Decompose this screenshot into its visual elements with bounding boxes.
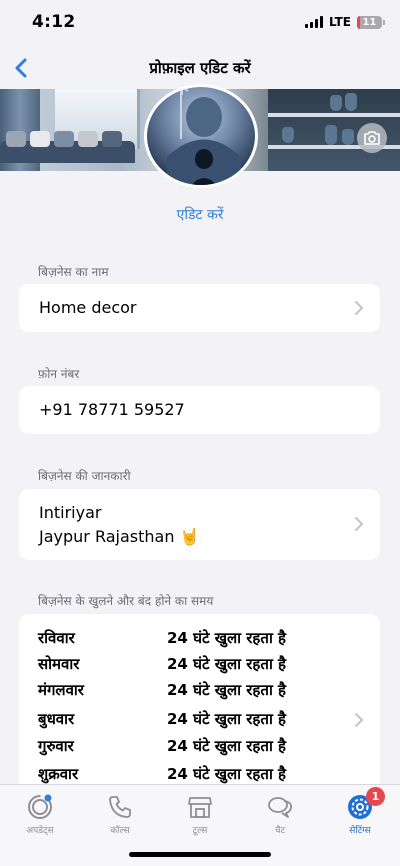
notification-badge: 1 [366,787,385,806]
tab-settings[interactable]: 1 सेटिंग्स [320,787,400,836]
hours-value: 24 घंटे खुला रहता है [167,737,287,755]
status-bar: 4:12 LTE 11 [0,0,400,46]
home-indicator[interactable] [129,852,271,857]
battery-fill [357,15,360,29]
cover-vase [282,127,294,143]
hours-day: बुधवार [38,710,75,728]
chevron-right-icon [355,517,364,531]
tab-label: अपडेट्स [26,826,54,836]
business-name-label: बिज़नेस का नाम [38,265,109,279]
cover-vase [330,95,342,111]
hours-value: 24 घंटे खुला रहता है [167,765,287,783]
tab-calls[interactable]: कॉल्स [80,793,160,836]
cover-vase [342,129,354,145]
business-name-value: Home decor [39,298,137,317]
cover-pillow [102,131,122,147]
cover-vase [345,93,357,111]
tab-updates[interactable]: अपडेट्स [0,793,80,836]
hours-value: 24 घंटे खुला रहता है [167,681,287,699]
chat-icon [268,797,293,818]
cover-pillow [30,131,50,147]
profile-avatar[interactable] [144,84,258,188]
tab-tools[interactable]: टूल्स [160,793,240,836]
tab-label: सेटिंग्स [349,826,371,836]
status-time: 4:12 [32,12,76,32]
hours-day: रविवार [38,629,75,647]
tab-chats[interactable]: चैट [240,793,320,836]
chevron-right-icon [355,301,364,315]
cover-shelf-line [268,113,400,117]
tab-label: कॉल्स [110,826,130,836]
business-info-field[interactable]: Intiriyar Jaypur Rajasthan 🤘 [19,489,380,560]
status-icons: LTE 11 [304,15,385,29]
tab-label: चैट [274,826,286,836]
cover-pillow [54,131,74,147]
hours-value: 24 घंटे खुला रहता है [167,655,287,673]
cover-pillow [78,131,98,147]
hours-day: मंगलवार [38,681,84,699]
edit-profile-photo-link[interactable]: एडिट करें [0,205,400,224]
tab-label: टूल्स [192,826,208,836]
hours-day: सोमवार [38,655,80,673]
store-icon [188,797,212,818]
hours-day: गुरुवार [38,737,74,755]
cover-vase [325,125,337,145]
network-type: LTE [328,15,351,29]
avatar-image [167,87,241,185]
chevron-right-icon [355,713,364,727]
battery-icon: 11 [357,15,385,29]
phone-icon [109,796,131,818]
hours-day: शुक्रवार [38,765,79,783]
phone-value: +91 78771 59527 [39,400,185,419]
business-hours-label: बिज़नेस के खुलने और बंद होने का समय [38,594,214,608]
business-info-line-2: Jaypur Rajasthan 🤘 [39,527,200,546]
battery-level: 11 [362,16,377,28]
change-cover-button[interactable] [357,123,387,153]
updates-icon [28,794,52,819]
phone-field[interactable]: +91 78771 59527 [19,386,380,434]
hours-value: 24 घंटे खुला रहता है [167,629,287,647]
business-info-line-1: Intiriyar [39,503,102,522]
page-title: प्रोफ़ाइल एडिट करें [149,59,251,77]
camera-icon [364,131,380,145]
signal-icon [304,16,323,28]
phone-label: फ़ोन नंबर [38,367,80,381]
hours-value: 24 घंटे खुला रहता है [167,710,287,728]
business-name-field[interactable]: Home decor [19,284,380,332]
cover-pillow [6,131,26,147]
business-info-label: बिज़नेस की जानकारी [38,469,131,483]
